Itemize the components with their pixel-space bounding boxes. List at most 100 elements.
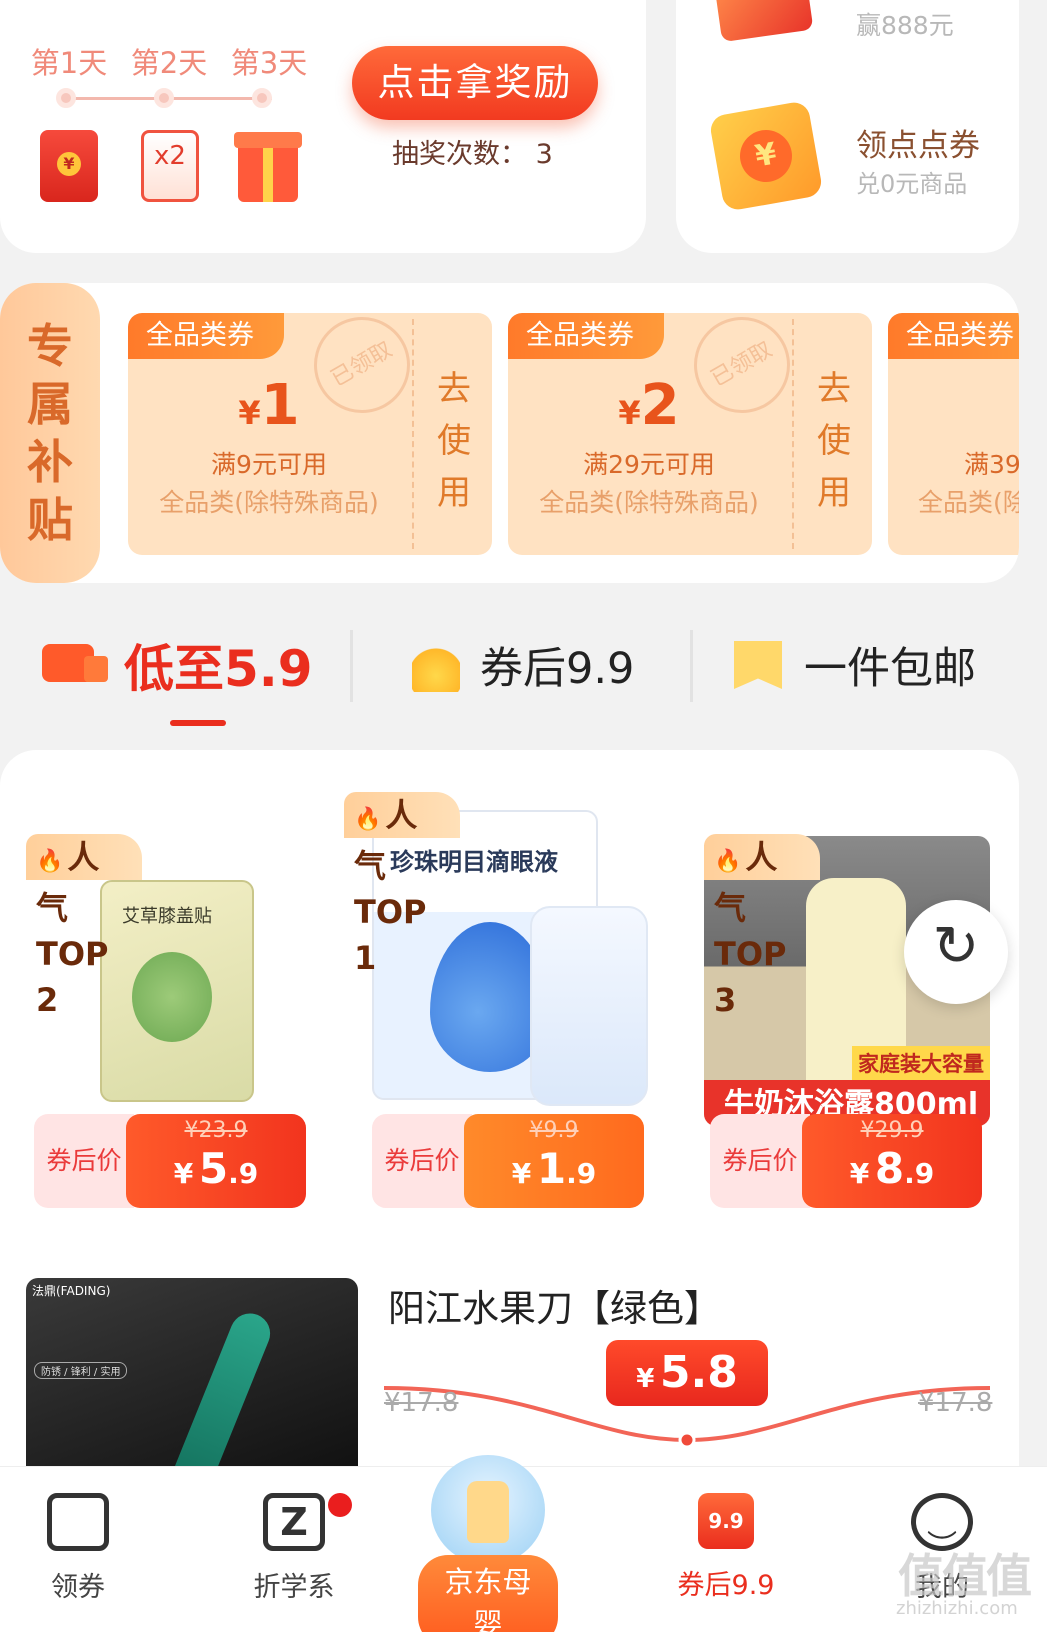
prize-text: 赢888元 [856, 11, 954, 40]
coupon-amount: ¥1 [238, 373, 300, 438]
coupon-divider [792, 319, 794, 549]
lottery-value: 3 [535, 139, 553, 170]
tab-low-price[interactable]: 低至5.9 [36, 620, 313, 710]
points-subtitle: 兑0元商品 [856, 170, 968, 198]
gift-box-icon [234, 132, 302, 202]
original-price: ¥9.9 [529, 1118, 579, 1143]
timeline-dot [252, 88, 272, 108]
coupon-condition: 满9元可用 [211, 450, 327, 479]
price-tag: ¥23.9 ¥ 5.9 [126, 1114, 306, 1208]
coupon-scope: 全品类(除特殊商品) [159, 488, 379, 517]
coupon-scope: 全品类(除特殊商品) [539, 488, 759, 517]
coupon-coin-icon: ¥ [708, 100, 824, 212]
rank-badge: 人气TOP 2 [26, 834, 143, 1019]
notification-dot [328, 1493, 352, 1517]
featured-current-price: ¥ 5.8 [606, 1340, 768, 1406]
history-price-right: ¥17.8 [918, 1388, 993, 1418]
checkin-day-2: 第2天 [130, 46, 208, 80]
checkin-day-1: 第1天 [30, 46, 108, 80]
coupon-tag: 全品类券 [888, 313, 1019, 359]
coupon-price: ¥ 1.9 [511, 1144, 597, 1193]
product-image-title: 艾草膝盖贴 [122, 906, 212, 927]
delivery-truck-icon [36, 638, 114, 692]
tab-after-coupon[interactable]: 券后9.9 [412, 620, 634, 710]
coupon-amount: ¥ [888, 373, 1019, 411]
tab-label: 低至5.9 [124, 640, 313, 698]
baby-bottle-icon [431, 1455, 545, 1565]
knife-graphic [167, 1307, 277, 1470]
coupon-condition: 满39 [964, 450, 1019, 479]
original-price: ¥29.9 [860, 1118, 924, 1143]
coupon-amount: ¥2 [618, 373, 680, 438]
price-tag: ¥29.9 ¥ 8.9 [802, 1114, 982, 1208]
bookmark-flag-icon [734, 641, 782, 689]
subsidy-label-char: 贴 [27, 493, 73, 547]
ticket-icon [47, 1493, 109, 1551]
subsidy-label-char: 补 [27, 435, 73, 489]
use-coupon-button[interactable]: 去使用 [804, 363, 864, 519]
refresh-icon[interactable] [904, 900, 1008, 1004]
coupon-card[interactable]: 已领取 全品类券 ¥2 满29元可用 全品类(除特殊商品) 去使用 [508, 313, 872, 555]
featured-product-title[interactable]: 阳江水果刀【绿色】 [388, 1278, 721, 1332]
nine-nine-icon: 9.9 [698, 1493, 754, 1549]
rank-badge: 人气TOP 1 [344, 792, 461, 977]
tab-free-shipping[interactable]: 一件包邮 [734, 620, 976, 710]
tab-separator [690, 630, 693, 702]
timeline-dot [56, 88, 76, 108]
use-coupon-button[interactable]: 去使用 [424, 363, 484, 519]
site-watermark-url: zhizhizhi.com [896, 1598, 1018, 1619]
site-watermark: 值值值 [898, 1549, 1032, 1603]
checkin-day-3: 第3天 [230, 46, 308, 80]
z-badge-icon [263, 1493, 325, 1551]
price-box[interactable]: 券后价 ¥23.9 ¥ 5.9 [34, 1114, 306, 1208]
price-box[interactable]: 券后价 ¥29.9 ¥ 8.9 [710, 1114, 982, 1208]
points-card[interactable]: 赢888元 ¥ 领点点券 兑0元商品 [676, 0, 1019, 253]
product-feed: 艾草膝盖贴 人气TOP 2 券后价 ¥23.9 ¥ 5.9 珍珠明目滴眼液 人气… [0, 750, 1019, 1470]
coupon-card[interactable]: 已领取 全品类券 ¥1 满9元可用 全品类(除特殊商品) 去使用 [128, 313, 492, 555]
after-coupon-label: 券后价 [34, 1114, 134, 1208]
category-tabs: 低至5.9 券后9.9 一件包邮 [0, 620, 1047, 730]
original-price: ¥23.9 [184, 1118, 248, 1143]
featured-image-brand: 法鼎(FADING) [32, 1284, 111, 1298]
coupon-divider [412, 319, 414, 549]
coupon-condition: 满29元可用 [583, 450, 715, 479]
subsidy-label-char: 属 [27, 377, 73, 431]
tab-separator [350, 630, 353, 702]
tab-label: 一件包邮 [804, 644, 976, 694]
product-image[interactable]: 艾草膝盖贴 [100, 880, 254, 1102]
product-image-title: 珍珠明目滴眼液 [390, 848, 558, 876]
nav-label: 券后9.9 [677, 1570, 775, 1601]
exclusive-subsidy-section: 专 属 补 贴 已领取 全品类券 ¥1 满9元可用 全品类(除特殊商品) 去使用… [0, 283, 1019, 583]
history-price-left: ¥17.8 [384, 1388, 459, 1418]
nav-jd-baby[interactable]: 京东母婴 [418, 1455, 558, 1632]
after-coupon-label: 券后价 [710, 1114, 810, 1208]
checkin-days: 第1天 第2天 第3天 [30, 40, 308, 82]
price-tag: ¥9.9 ¥ 1.9 [464, 1114, 644, 1208]
coupon-price: ¥ 5.9 [173, 1144, 259, 1193]
nav-after-coupon-9-9[interactable]: 9.9 券后9.9 [656, 1493, 796, 1602]
claim-reward-button[interactable]: 点击拿奖励 [352, 46, 598, 120]
price-box[interactable]: 券后价 ¥9.9 ¥ 1.9 [372, 1114, 644, 1208]
nav-label: 京东母婴 [418, 1555, 558, 1632]
nav-label: 折学系 [253, 1572, 335, 1603]
points-title: 领点点券 [856, 128, 980, 164]
nav-coupons[interactable]: 领券 [8, 1493, 148, 1604]
coupon-price: ¥ 8.9 [849, 1144, 935, 1193]
active-tab-indicator [170, 720, 226, 726]
featured-product-image[interactable]: 法鼎(FADING) 防锈 / 锋利 / 实用 [26, 1278, 358, 1470]
timeline-dot [154, 88, 174, 108]
nav-label: 领券 [51, 1572, 105, 1603]
lottery-label: 抽奖次数： [392, 139, 527, 170]
coupon-tag: 全品类券 [508, 313, 664, 359]
subsidy-label: 专 属 补 贴 [0, 283, 100, 583]
flame-icon [412, 638, 460, 692]
herb-leaf-graphic [132, 952, 212, 1042]
coupon-scope: 全品类(除 [918, 488, 1019, 517]
lottery-count: 抽奖次数： 3 [392, 132, 553, 171]
tab-label: 券后9.9 [480, 644, 635, 694]
coupon-card[interactable]: 全品类券 ¥ 满39 全品类(除 [888, 313, 1019, 555]
rank-badge: 人气TOP 3 [704, 834, 821, 1019]
red-envelope-icon [40, 130, 98, 202]
coupon-tag: 全品类券 [128, 313, 284, 359]
after-coupon-label: 券后价 [372, 1114, 472, 1208]
